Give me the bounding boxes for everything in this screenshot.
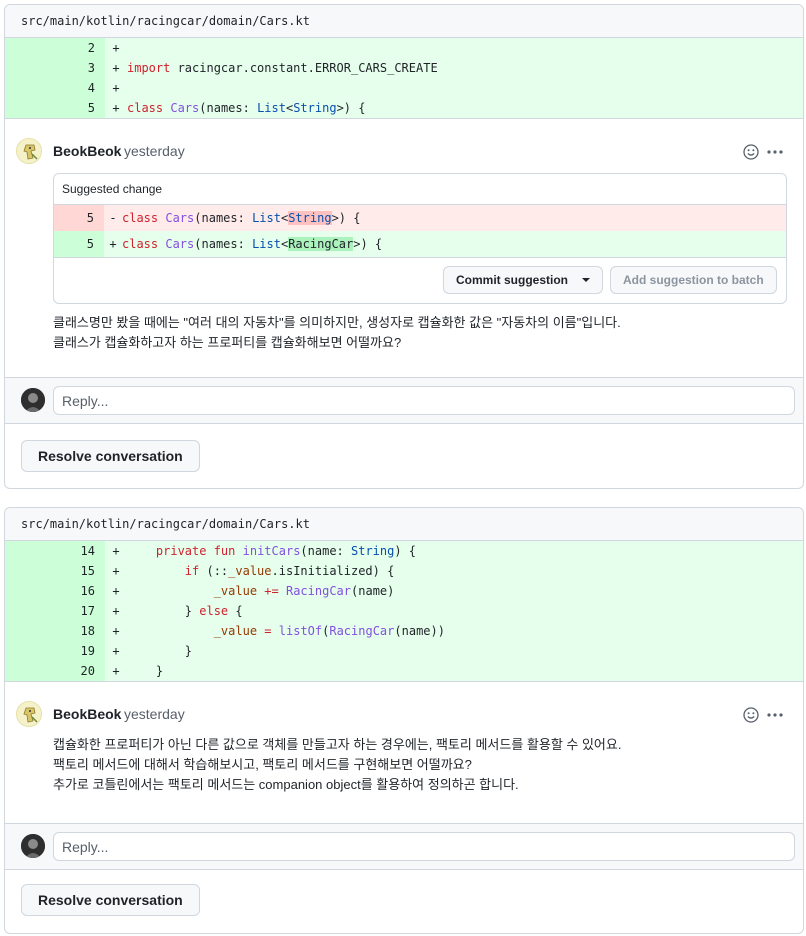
code: } [127, 664, 164, 678]
diff-line: 3 + import racingcar.constant.ERROR_CARS_C… [5, 58, 803, 78]
kebab-horizontal-icon[interactable] [765, 705, 785, 725]
line-number[interactable]: 14 [5, 541, 105, 561]
comment-paragraph: 추가로 코틀린에서는 팩토리 메서드는 companion object를 활용… [53, 777, 519, 792]
added-text: RacingCar [288, 237, 354, 251]
code: import racingcar.constant.ERROR_CARS_CRE… [127, 61, 438, 75]
comment-paragraph: 팩토리 메서드에 대해서 학습해보시고, 팩토리 메서드를 구현해보면 어떨까요… [53, 757, 472, 772]
diff-marker: + [112, 81, 120, 95]
line-number[interactable]: 18 [5, 621, 105, 641]
review-comment: BeokBeok yesterday Suggested change 5 - … [5, 118, 803, 377]
diff-marker: + [112, 101, 120, 115]
comment-author[interactable]: BeokBeok [53, 706, 121, 722]
code: class Cars(names: List<String>) { [122, 211, 361, 225]
comment-time[interactable]: yesterday [124, 706, 185, 722]
comment-time[interactable]: yesterday [124, 143, 185, 159]
code: class Cars(names: List<String>) { [127, 101, 366, 115]
reply-bar: Reply... [5, 377, 803, 424]
current-user-avatar [21, 834, 45, 858]
diff-line: 17 + } else { [5, 601, 803, 621]
resolve-conversation-button[interactable]: Resolve conversation [21, 884, 200, 916]
file-path[interactable]: src/main/kotlin/racingcar/domain/Cars.kt [5, 508, 803, 541]
code: private fun initCars(name: String) { [155, 544, 417, 558]
file-path[interactable]: src/main/kotlin/racingcar/domain/Cars.kt [5, 5, 803, 38]
diff-line: 20 + } [5, 661, 803, 681]
author-avatar[interactable] [16, 138, 42, 164]
line-number: 5 [54, 231, 104, 257]
diff-line: 18 + _value = listOf(RacingCar(name)) [5, 621, 803, 641]
suggestion-deleted-line: 5 - class Cars(names: List<String>) { [54, 205, 786, 231]
line-number[interactable]: 16 [5, 581, 105, 601]
diff-marker: + [109, 237, 117, 251]
diff-marker: - [109, 211, 117, 225]
diff-marker: + [112, 604, 120, 618]
diff-marker: + [112, 644, 120, 658]
comment-paragraph: 캡슐화한 프로퍼티가 아닌 다른 값으로 객체를 만들고자 하는 경우에는, 팩… [53, 737, 622, 752]
code: _value += RacingCar(name) [213, 584, 395, 598]
diff-marker: + [112, 61, 120, 75]
kebab-horizontal-icon[interactable] [765, 142, 785, 162]
diff-line: 2 + [5, 38, 803, 58]
diff-line: 16 + _value += RacingCar(name) [5, 581, 803, 601]
smiley-icon[interactable] [741, 142, 761, 162]
removed-text: String [288, 211, 332, 225]
code: } else { [127, 604, 243, 618]
review-thread-2: src/main/kotlin/racingcar/domain/Cars.kt… [4, 507, 804, 934]
line-number[interactable]: 2 [5, 38, 105, 58]
code: class Cars(names: List<RacingCar>) { [122, 237, 383, 251]
line-number[interactable]: 15 [5, 561, 105, 581]
review-comment: BeokBeok yesterday 캡슐화한 프로퍼티가 아닌 다른 값으로 … [5, 681, 803, 823]
line-number[interactable]: 19 [5, 641, 105, 661]
code: if (::_value.isInitialized) { [184, 564, 395, 578]
diff-line: 19 + } [5, 641, 803, 661]
diff-marker: + [112, 584, 120, 598]
diff-marker: + [112, 624, 120, 638]
diff-marker: + [112, 564, 120, 578]
suggestion-added-line: 5 + class Cars(names: List<RacingCar>) { [54, 231, 786, 257]
comment-paragraph: 클래스명만 봤을 때에는 "여러 대의 자동차"를 의미하지만, 생성자로 캡슐… [53, 315, 621, 330]
resolve-conversation-button[interactable]: Resolve conversation [21, 440, 200, 472]
diff-line: 5 + class Cars(names: List<String>) { [5, 98, 803, 118]
reply-bar: Reply... [5, 823, 803, 870]
line-number: 5 [54, 205, 104, 231]
suggestion-actions: Commit suggestion Add suggestion to batc… [54, 257, 786, 301]
line-number[interactable]: 3 [5, 58, 105, 78]
diff-line: 15 + if (::_value.isInitialized) { [5, 561, 803, 581]
suggested-change-header: Suggested change [54, 174, 786, 205]
smiley-icon[interactable] [741, 705, 761, 725]
reply-input[interactable]: Reply... [53, 832, 795, 861]
line-number[interactable]: 20 [5, 661, 105, 681]
chevron-down-icon [582, 278, 591, 282]
commit-suggestion-label: Commit suggestion [456, 273, 569, 287]
diff-hunk: 14 + private fun initCars(name: String) {… [5, 541, 803, 681]
comment-body: 캡슐화한 프로퍼티가 아닌 다른 값으로 객체를 만들고자 하는 경우에는, 팩… [53, 735, 621, 795]
diff-line: 14 + private fun initCars(name: String) { [5, 541, 803, 561]
add-suggestion-to-batch-button[interactable]: Add suggestion to batch [610, 266, 777, 294]
commit-suggestion-button[interactable]: Commit suggestion [443, 266, 604, 294]
line-number[interactable]: 4 [5, 78, 105, 98]
diff-line: 4 + [5, 78, 803, 98]
diff-marker: + [112, 41, 120, 55]
line-number[interactable]: 5 [5, 98, 105, 118]
diff-hunk: 2 + 3 + import racingcar.constant.ERROR_CAR… [5, 38, 803, 118]
comment-body: 클래스명만 봤을 때에는 "여러 대의 자동차"를 의미하지만, 생성자로 캡슐… [53, 313, 621, 353]
line-number[interactable]: 17 [5, 601, 105, 621]
code: _value = listOf(RacingCar(name)) [213, 624, 445, 638]
review-thread-1: src/main/kotlin/racingcar/domain/Cars.kt… [4, 4, 804, 489]
comment-paragraph: 클래스가 캡슐화하고자 하는 프로퍼티를 캡슐화해보면 어떨까요? [53, 335, 402, 350]
reply-input[interactable]: Reply... [53, 386, 795, 415]
comment-author[interactable]: BeokBeok [53, 143, 121, 159]
suggested-change: Suggested change 5 - class Cars(names: L… [53, 173, 787, 304]
author-avatar[interactable] [16, 701, 42, 727]
current-user-avatar [21, 388, 45, 412]
diff-marker: + [112, 544, 120, 558]
diff-marker: + [112, 664, 120, 678]
code: } [127, 644, 193, 658]
